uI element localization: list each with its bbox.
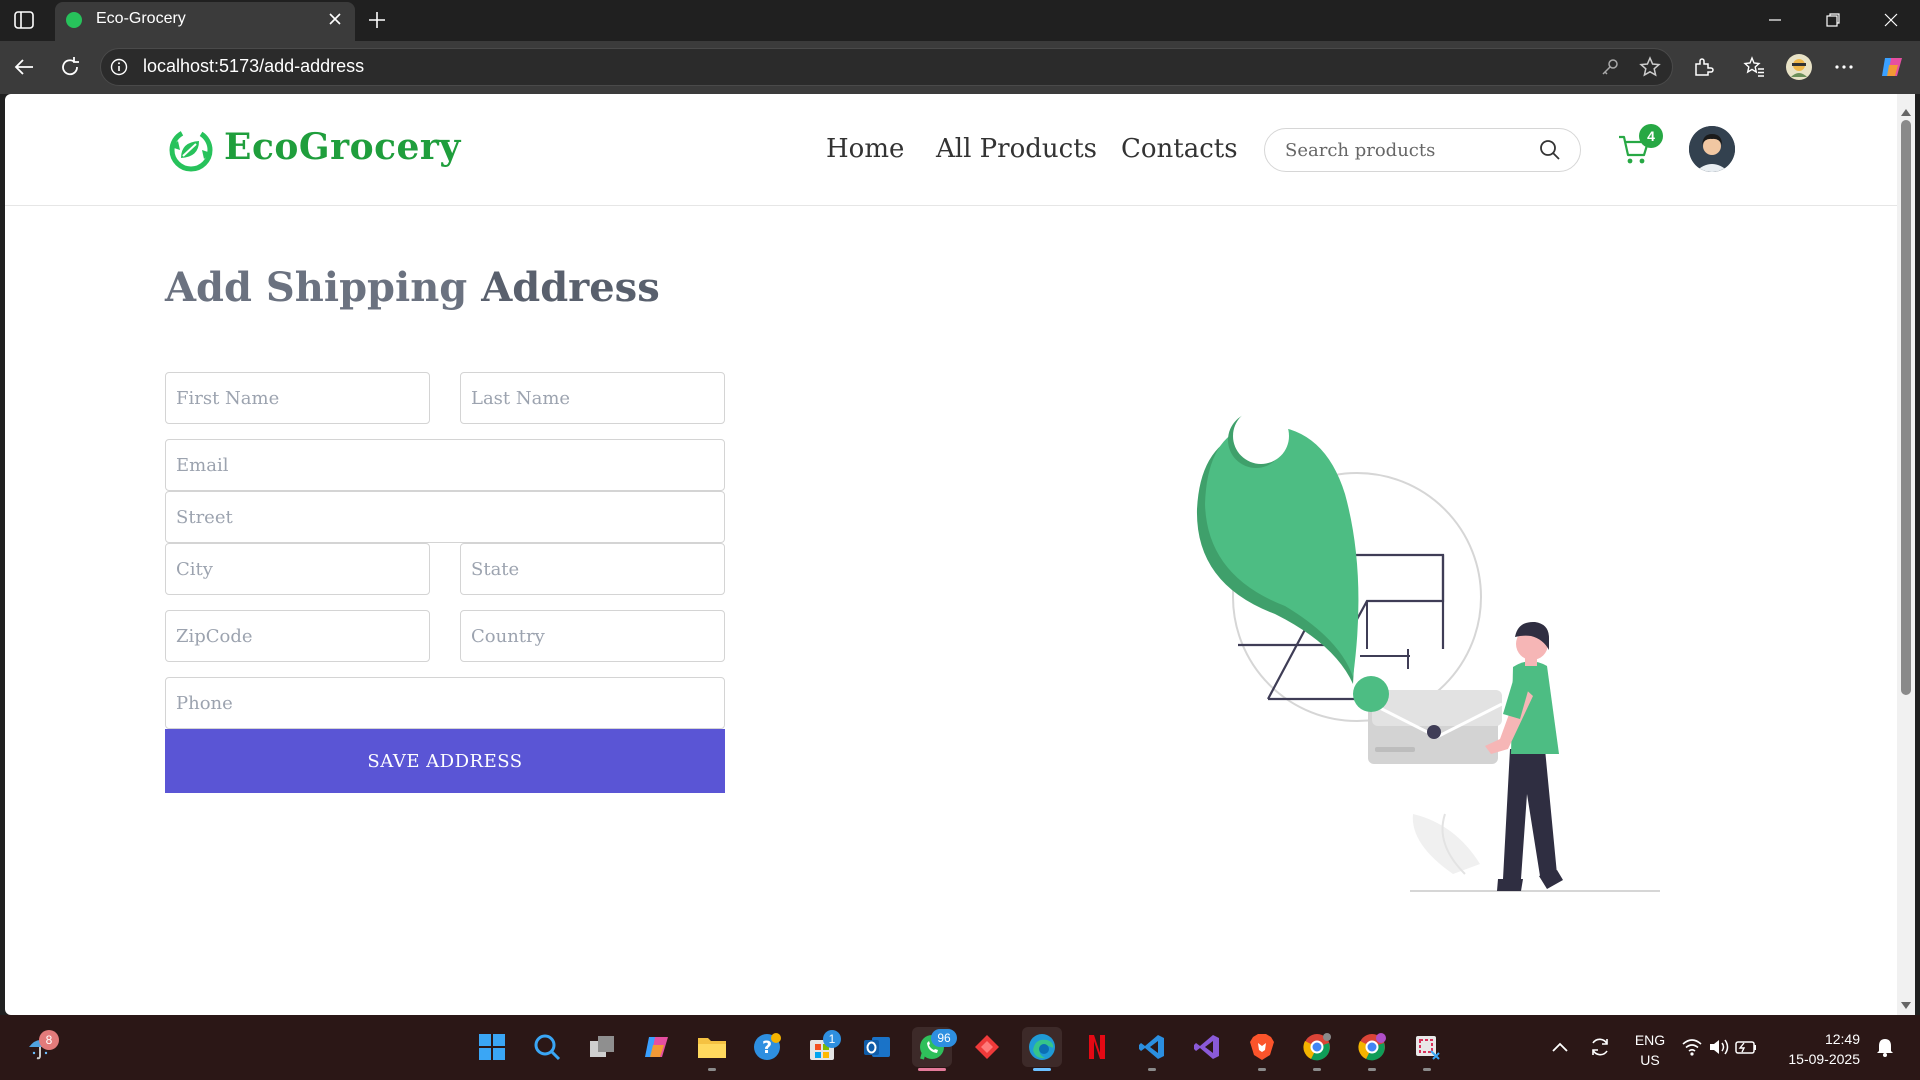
tab-close-icon[interactable] xyxy=(324,8,346,30)
page-viewport: EcoGrocery Home All Products Contacts 4 … xyxy=(5,94,1897,1015)
brave-running-dot xyxy=(1258,1068,1266,1071)
edge-active-indicator xyxy=(1033,1068,1051,1071)
location-illustration xyxy=(1135,344,1675,904)
search-input[interactable] xyxy=(1285,138,1525,162)
brave-browser-icon[interactable] xyxy=(1242,1027,1282,1067)
snipping-tool-icon[interactable] xyxy=(1407,1027,1447,1067)
minimize-icon[interactable] xyxy=(1760,8,1790,32)
vscode-icon[interactable] xyxy=(1132,1027,1172,1067)
nav-all-products[interactable]: All Products xyxy=(936,134,1097,164)
new-tab-icon[interactable] xyxy=(364,7,390,33)
scroll-down-arrow-icon[interactable] xyxy=(1900,996,1912,1009)
extensions-icon[interactable] xyxy=(1687,51,1719,83)
tab-actions-icon[interactable] xyxy=(10,8,38,32)
first-name-field[interactable] xyxy=(165,372,430,424)
site-info-icon[interactable] xyxy=(110,58,128,76)
get-help-icon[interactable]: ? xyxy=(747,1027,787,1067)
anydesk-icon[interactable] xyxy=(967,1027,1007,1067)
file-explorer-running-dot xyxy=(708,1068,716,1071)
state-field[interactable] xyxy=(460,543,725,595)
save-address-button[interactable]: SAVE ADDRESS xyxy=(165,729,725,793)
address-url[interactable]: localhost:5173/add-address xyxy=(143,56,364,77)
street-field[interactable] xyxy=(165,491,725,543)
windows-start-icon[interactable] xyxy=(472,1027,512,1067)
last-name-field[interactable] xyxy=(460,372,725,424)
outlook-icon[interactable] xyxy=(857,1027,897,1067)
clock-time[interactable]: 12:49 xyxy=(1780,1031,1860,1047)
profile-avatar-icon[interactable] xyxy=(1783,51,1815,83)
chrome-icon[interactable] xyxy=(1297,1027,1337,1067)
chrome-profile-running-dot xyxy=(1368,1068,1376,1071)
scroll-up-arrow-icon[interactable] xyxy=(1900,102,1912,116)
svg-text:?: ? xyxy=(762,1038,772,1058)
search-icon[interactable] xyxy=(1538,138,1562,162)
notification-bell-icon[interactable] xyxy=(1868,1027,1902,1067)
favorite-star-icon[interactable] xyxy=(1634,51,1666,83)
weather-badge: 8 xyxy=(39,1030,59,1050)
browser-titlebar: Eco-Grocery xyxy=(0,0,1920,41)
quick-settings[interactable] xyxy=(1680,1027,1760,1067)
more-menu-icon[interactable] xyxy=(1828,51,1860,83)
leaf-recycle-icon[interactable] xyxy=(168,127,214,173)
copilot-taskbar-icon[interactable] xyxy=(637,1027,677,1067)
cart-count-badge: 4 xyxy=(1639,124,1663,148)
city-field[interactable] xyxy=(165,543,430,595)
tab-favicon-icon xyxy=(66,12,82,28)
vscode-running-dot xyxy=(1148,1068,1156,1071)
phone-field[interactable] xyxy=(165,677,725,729)
task-view-icon[interactable] xyxy=(582,1027,622,1067)
password-key-icon[interactable] xyxy=(1594,51,1626,83)
input-region[interactable]: US xyxy=(1630,1052,1670,1068)
browser-toolbar: localhost:5173/add-address xyxy=(0,41,1920,94)
copilot-icon[interactable] xyxy=(1876,51,1908,83)
reload-icon[interactable] xyxy=(54,51,86,83)
snipping-tool-running-dot xyxy=(1423,1068,1431,1071)
back-icon[interactable] xyxy=(8,51,40,83)
input-language[interactable]: ENG xyxy=(1630,1032,1670,1048)
netflix-icon[interactable] xyxy=(1077,1027,1117,1067)
sync-icon[interactable] xyxy=(1582,1027,1618,1067)
whatsapp-badge: 96 xyxy=(931,1029,957,1047)
chrome-profile-icon[interactable] xyxy=(1352,1027,1392,1067)
site-header: EcoGrocery Home All Products Contacts 4 xyxy=(5,94,1897,206)
favorites-icon[interactable] xyxy=(1738,51,1770,83)
whatsapp-active-indicator xyxy=(918,1068,946,1071)
zipcode-field[interactable] xyxy=(165,610,430,662)
store-badge: 1 xyxy=(823,1030,841,1048)
page-title-light: Add Shipping xyxy=(165,264,468,311)
search-taskbar-icon[interactable] xyxy=(527,1027,567,1067)
edge-browser-icon[interactable] xyxy=(1022,1027,1062,1067)
visual-studio-icon[interactable] xyxy=(1187,1027,1227,1067)
page-title: Add Shipping Address xyxy=(165,264,660,311)
user-avatar[interactable] xyxy=(1689,126,1735,172)
chrome-running-dot xyxy=(1313,1068,1321,1071)
file-explorer-icon[interactable] xyxy=(692,1027,732,1067)
site-logo-text[interactable]: EcoGrocery xyxy=(224,126,461,168)
scrollbar-thumb[interactable] xyxy=(1901,120,1911,695)
page-title-bold: Address xyxy=(481,264,660,311)
tab-title: Eco-Grocery xyxy=(96,10,186,27)
country-field[interactable] xyxy=(460,610,725,662)
nav-contacts[interactable]: Contacts xyxy=(1121,134,1238,164)
email-field[interactable] xyxy=(165,439,725,491)
nav-home[interactable]: Home xyxy=(826,134,904,164)
restore-icon[interactable] xyxy=(1818,8,1848,32)
window-close-icon[interactable] xyxy=(1876,8,1906,32)
show-hidden-icons-chevron-icon[interactable] xyxy=(1542,1027,1578,1067)
clock-date[interactable]: 15-09-2025 xyxy=(1770,1051,1860,1067)
